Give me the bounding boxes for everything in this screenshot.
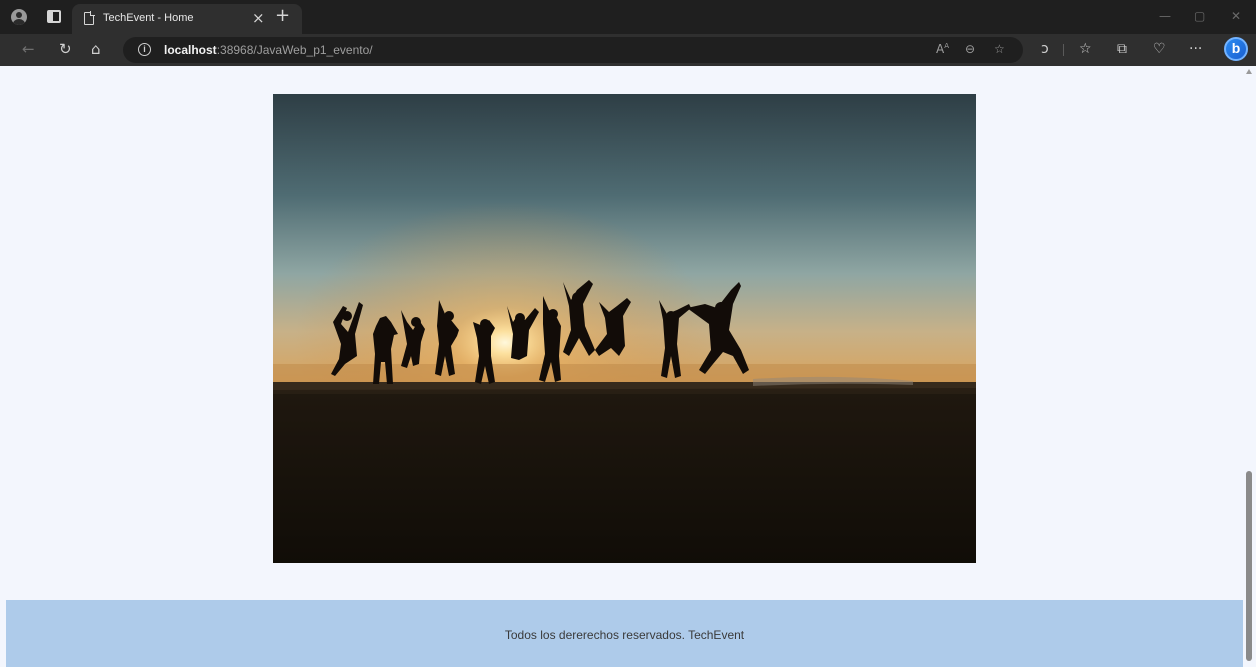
vertical-scrollbar[interactable] [1243,66,1256,667]
browser-window: TechEvent - Home × + — ▢ ✕ ← ↻ ⌂ i local… [0,0,1256,667]
site-footer: Todos los dererechos reservados. TechEve… [6,600,1243,667]
minimize-icon[interactable]: — [1159,9,1171,23]
home-icon[interactable]: ⌂ [91,41,101,58]
scroll-up-arrow-icon[interactable] [1246,69,1252,74]
read-aloud-icon[interactable]: AA [936,42,949,56]
profile-avatar-icon[interactable] [11,9,27,25]
tab-actions-icon[interactable] [47,10,61,23]
refresh-icon[interactable]: ↻ [59,41,72,58]
tab-close-icon[interactable]: × [252,9,265,27]
page-icon [84,11,95,25]
more-options-icon[interactable]: ··· [1189,41,1202,58]
toolbar-divider [1063,44,1064,56]
close-window-icon[interactable]: ✕ [1231,9,1241,23]
page-viewport: Todos los dererechos reservados. TechEve… [0,66,1243,667]
tab-title: TechEvent - Home [103,12,194,24]
tab-techevent-home[interactable]: TechEvent - Home × [72,4,302,34]
back-icon[interactable]: ← [22,41,35,58]
bing-chat-icon[interactable]: b [1224,37,1248,61]
people-jumping-at-sunset-photo [273,94,976,563]
hero-image [273,94,976,563]
zoom-icon[interactable]: ⊖ [965,42,975,56]
browser-toolbar: ← ↻ ⌂ i localhost:38968/JavaWeb_p1_event… [0,34,1256,66]
new-tab-icon[interactable]: + [275,5,290,26]
site-info-icon[interactable]: i [138,43,151,56]
address-bar[interactable]: i localhost:38968/JavaWeb_p1_evento/ AA … [123,37,1023,63]
favorites-icon[interactable]: ☆ [1079,41,1092,58]
tab-strip: TechEvent - Home × + — ▢ ✕ [0,0,1256,34]
collections-icon[interactable]: ⧉ [1117,41,1127,58]
url-text[interactable]: localhost:38968/JavaWeb_p1_evento/ [164,43,373,57]
restore-icon[interactable]: ▢ [1194,9,1205,23]
footer-copyright: Todos los dererechos reservados. TechEve… [504,628,745,642]
scroll-thumb[interactable] [1246,471,1252,661]
copilot-icon[interactable]: ↄ [1041,41,1049,58]
favorite-star-icon[interactable]: ☆ [994,42,1005,56]
browser-essentials-icon[interactable]: ♡ [1153,41,1166,58]
